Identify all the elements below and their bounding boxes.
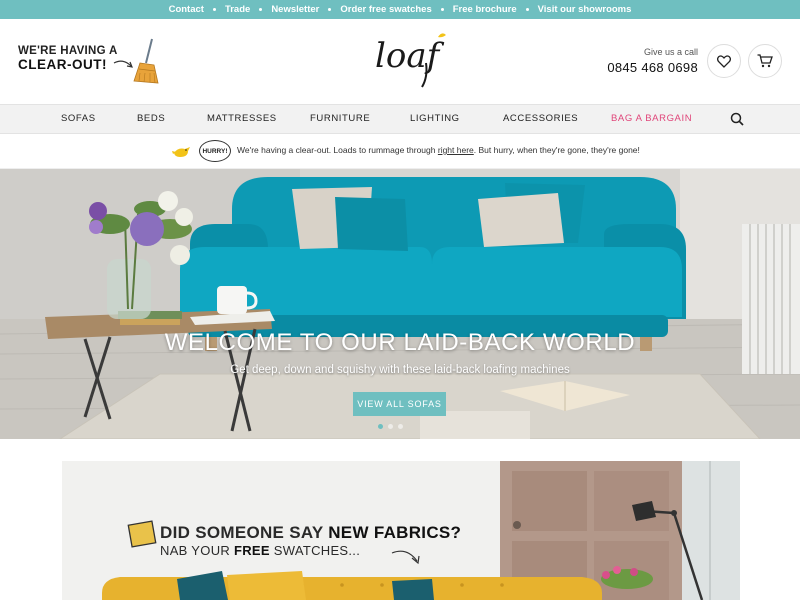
call-label: Give us a call bbox=[643, 47, 698, 57]
utility-bar: Contact Trade Newsletter Order free swat… bbox=[0, 0, 800, 19]
logo-wordmark: loaf bbox=[375, 33, 446, 88]
clearout-promo[interactable]: WE'RE HAVING A CLEAR-OUT! bbox=[18, 38, 163, 85]
nav-accessories[interactable]: ACCESSORIES bbox=[503, 105, 578, 133]
nav-mattresses[interactable]: MATTRESSES bbox=[207, 105, 277, 133]
nav-bag-a-bargain[interactable]: BAG A BARGAIN bbox=[611, 105, 692, 133]
nav-furniture[interactable]: FURNITURE bbox=[310, 105, 370, 133]
promo-headline-prefix: DID SOMEONE SAY bbox=[160, 523, 329, 542]
promo-sub-highlight: FREE bbox=[233, 543, 270, 558]
hero-banner: WELCOME TO OUR LAID-BACK WORLD Get deep,… bbox=[0, 169, 800, 439]
hero-title: WELCOME TO OUR LAID-BACK WORLD bbox=[164, 329, 636, 356]
loaf-logo[interactable]: loaf bbox=[372, 29, 447, 91]
nav-sofas[interactable]: SOFAS bbox=[61, 105, 96, 133]
notice-text-before: We're having a clear-out. Loads to rumma… bbox=[237, 145, 438, 155]
trade-link[interactable]: Trade bbox=[216, 4, 259, 15]
hurry-badge: HURRY! bbox=[199, 140, 231, 162]
order-swatches-link[interactable]: Order free swatches bbox=[331, 4, 440, 15]
wishlist-button[interactable] bbox=[707, 44, 741, 78]
promo-headline-highlight: NEW FABRICS? bbox=[328, 523, 462, 542]
promo-sub-prefix: NAB YOUR bbox=[160, 543, 234, 558]
utility-links: Contact Trade Newsletter Order free swat… bbox=[160, 4, 641, 15]
site-header: WE'RE HAVING A CLEAR-OUT! loaf Give us a… bbox=[0, 19, 800, 104]
heart-icon bbox=[717, 54, 731, 68]
call-us[interactable]: Give us a call 0845 468 0698 bbox=[600, 47, 698, 75]
carousel-dot[interactable] bbox=[378, 424, 383, 429]
carousel-dots bbox=[378, 424, 408, 429]
carousel-dot[interactable] bbox=[388, 424, 393, 429]
promo-sub-suffix: SWATCHES... bbox=[269, 543, 361, 558]
search-icon[interactable] bbox=[730, 112, 744, 126]
main-nav: SOFAS BEDS MATTRESSES FURNITURE LIGHTING… bbox=[0, 104, 800, 134]
brochure-link[interactable]: Free brochure bbox=[444, 4, 526, 15]
view-all-sofas-button[interactable]: VIEW ALL SOFAS bbox=[353, 392, 446, 416]
broom-icon bbox=[133, 38, 159, 84]
notice-text: We're having a clear-out. Loads to rumma… bbox=[237, 145, 640, 155]
fabrics-promo[interactable]: DID SOMEONE SAY NEW FABRICS? NAB YOUR FR… bbox=[62, 461, 740, 600]
svg-text:loaf: loaf bbox=[375, 36, 445, 76]
showrooms-link[interactable]: Visit our showrooms bbox=[529, 4, 641, 15]
clearout-notice: HURRY! We're having a clear-out. Loads t… bbox=[0, 134, 800, 169]
promo-subline: NAB YOUR FREE SWATCHES... bbox=[160, 543, 360, 558]
phone-number[interactable]: 0845 468 0698 bbox=[600, 60, 698, 75]
nav-lighting[interactable]: LIGHTING bbox=[410, 105, 460, 133]
cart-button[interactable] bbox=[748, 44, 782, 78]
nav-beds[interactable]: BEDS bbox=[137, 105, 165, 133]
carousel-dot[interactable] bbox=[398, 424, 403, 429]
hero-subtitle: Get deep, down and squishy with these la… bbox=[230, 364, 570, 376]
contact-link[interactable]: Contact bbox=[160, 4, 213, 15]
newsletter-link[interactable]: Newsletter bbox=[262, 4, 328, 15]
cart-icon bbox=[757, 54, 773, 68]
bird-icon bbox=[172, 147, 190, 157]
promo-headline: DID SOMEONE SAY NEW FABRICS? bbox=[160, 523, 461, 543]
notice-text-after: . But hurry, when they're gone, they're … bbox=[473, 145, 640, 155]
notice-link[interactable]: right here bbox=[438, 145, 474, 155]
